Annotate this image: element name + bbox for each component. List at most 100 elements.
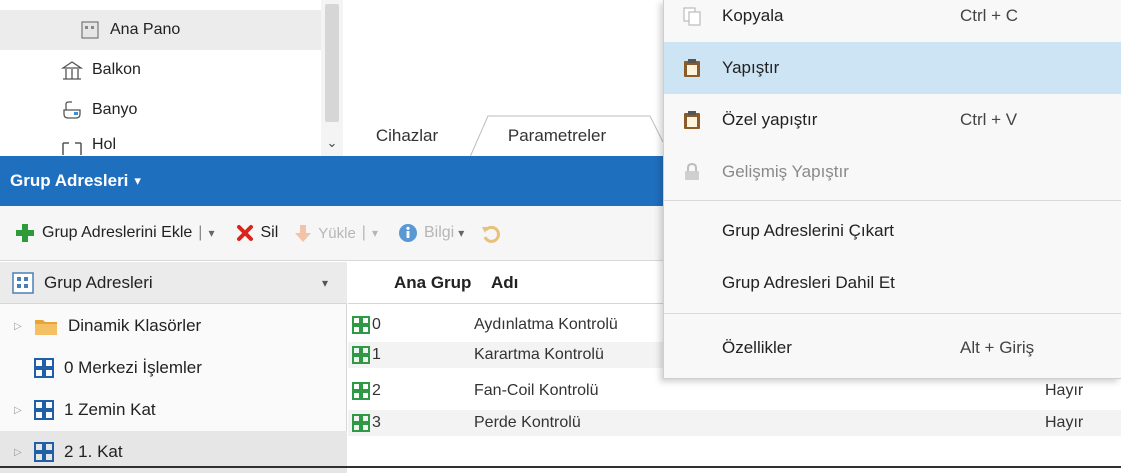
toolbar-separator: | [198,224,203,241]
info-dropdown-caret-icon[interactable]: ▾ [458,226,464,240]
menu-item-ozellikler[interactable]: Özellikler Alt + Giriş [664,322,1121,374]
table-row[interactable]: 3 Perde Kontrolü Hayır [348,410,1121,436]
menu-item-gelismis-yapistir[interactable]: Gelişmiş Yapıştır [664,146,1121,198]
panel-caret-icon[interactable]: ▾ [134,173,141,189]
undo-button[interactable] [480,223,501,243]
tree-item-ana-pano[interactable]: Ana Pano [0,10,321,50]
hall-icon [60,136,84,156]
lock-icon [685,162,699,180]
menu-item-grup-adresleri-dahil-et[interactable]: Grup Adresleri Dahil Et [664,257,1121,309]
scroll-down-icon[interactable]: ⌄ [326,136,338,150]
tree-item-label: 1 Zemin Kat [64,400,156,419]
table-header: Ana Grup Adı [348,262,663,304]
delete-button[interactable]: Sil [236,224,278,242]
tab-cihazlar[interactable]: Cihazlar [352,115,462,157]
tab-label: Parametreler [507,126,607,145]
undo-icon [482,225,501,243]
menu-item-label: Kopyala [722,6,784,25]
expand-icon[interactable]: ▷ [14,321,34,332]
cell-main-group: 0 [372,316,381,333]
tree-item-label: 2 1. Kat [64,442,123,461]
menu-item-label: Özellikler [722,338,792,357]
copy-icon [683,7,701,26]
upload-arrow-icon [295,225,312,242]
tree-header[interactable]: Grup Adresleri ▾ [0,262,347,304]
tree-header-caret-icon[interactable]: ▾ [322,276,328,290]
group-address-icon [352,316,370,334]
cell-main-group: 3 [372,414,381,431]
menu-item-grup-adreslerini-cikart[interactable]: Grup Adreslerini Çıkart [664,205,1121,257]
cell-main-group: 1 [372,346,381,363]
table-row[interactable]: 2 Fan-Coil Kontrolü Hayır [348,378,1121,404]
tree-item-label: Hol [92,136,117,153]
tree-item-label: 0 Merkezi İşlemler [64,358,202,377]
folder-icon [35,320,57,335]
scrollbar-thumb[interactable] [325,4,339,122]
tree-item-zemin-kat[interactable]: ▷ 1 Zemin Kat [0,389,347,431]
bottom-border [0,466,1121,468]
column-header-main-group[interactable]: Ana Grup [394,273,471,293]
panel-title-bar[interactable]: Grup Adresleri ▾ [0,156,663,206]
add-button-label: Grup Adreslerini Ekle [42,224,193,241]
delete-x-icon [237,225,254,241]
menu-item-label: Grup Adreslerini Çıkart [722,221,894,240]
cell-name: Aydınlatma Kontrolü [474,316,618,333]
upload-dropdown-caret-icon[interactable]: ▾ [372,226,378,240]
paste-icon [684,59,700,77]
group-address-tree: Grup Adresleri ▾ ▷ Dinamik Klasörler 0 M… [0,262,347,473]
tree-item-hol[interactable]: Hol [0,130,116,156]
grid-view-icon [12,271,34,294]
group-address-icon [34,442,54,462]
cell-value: Hayır [1045,414,1084,431]
tree-item-label: Banyo [92,101,138,118]
add-group-addresses-button[interactable]: Grup Adreslerini Ekle [14,222,192,244]
context-menu: Kopyala Ctrl + C Yapıştır Özel yapıştır … [663,0,1121,379]
cell-name: Fan-Coil Kontrolü [474,382,599,399]
menu-item-label: Grup Adresleri Dahil Et [722,273,895,292]
tree-item-label: Balkon [92,61,141,78]
info-button-label: Bilgi [423,224,455,241]
menu-item-yapistir[interactable]: Yapıştır [664,42,1121,94]
tab-parametreler[interactable]: Parametreler [482,115,632,157]
menu-item-kopyala[interactable]: Kopyala Ctrl + C [664,0,1121,42]
tree-item-merkezi-islemler[interactable]: 0 Merkezi İşlemler [0,347,347,389]
panel-title: Grup Adresleri [10,171,129,190]
room-icon [60,58,84,82]
cell-name: Perde Kontrolü [474,414,581,431]
toolbar: Grup Adreslerini Ekle | ▾ Sil Yükle | ▾ … [0,206,663,261]
menu-item-ozel-yapistir[interactable]: Özel yapıştır Ctrl + V [664,94,1121,146]
menu-item-shortcut: Ctrl + C [960,6,1019,25]
group-address-icon [352,382,370,400]
column-header-name[interactable]: Adı [491,273,518,293]
group-address-icon [352,414,370,432]
upload-button[interactable]: Yükle [292,222,356,244]
tree-item-label: Ana Pano [110,21,181,38]
building-tree: Ana Pano Balkon Banyo Hol [0,0,348,156]
menu-item-label: Gelişmiş Yapıştır [722,162,849,181]
menu-divider [664,313,1121,314]
panel-icon [78,18,102,42]
expand-icon[interactable]: ▷ [14,405,34,416]
info-button[interactable]: Bilgi ▾ [398,223,464,243]
delete-button-label: Sil [260,224,279,241]
tree-item-dinamik-klasorler[interactable]: ▷ Dinamik Klasörler [0,305,347,347]
tree-item-label: Dinamik Klasörler [68,316,202,335]
cell-main-group: 2 [372,382,381,399]
tree-item-balkon[interactable]: Balkon [0,50,141,90]
expand-icon[interactable]: ▷ [14,447,34,458]
cell-value: Hayır [1045,382,1084,399]
menu-item-shortcut: Ctrl + V [960,110,1018,129]
upload-button-label: Yükle [318,224,356,242]
tree-header-label: Grup Adresleri [44,272,153,292]
add-dropdown-caret-icon[interactable]: ▾ [208,226,214,240]
info-icon [398,224,417,242]
menu-item-label: Yapıştır [722,58,780,77]
cell-name: Karartma Kontrolü [474,346,604,363]
menu-item-shortcut: Alt + Giriş [960,338,1035,357]
paste-special-icon [684,111,700,129]
tree-item-banyo[interactable]: Banyo [0,90,137,130]
bathroom-icon [60,98,84,122]
group-address-icon [34,400,54,420]
group-address-icon [352,346,370,364]
group-address-icon [34,358,54,378]
